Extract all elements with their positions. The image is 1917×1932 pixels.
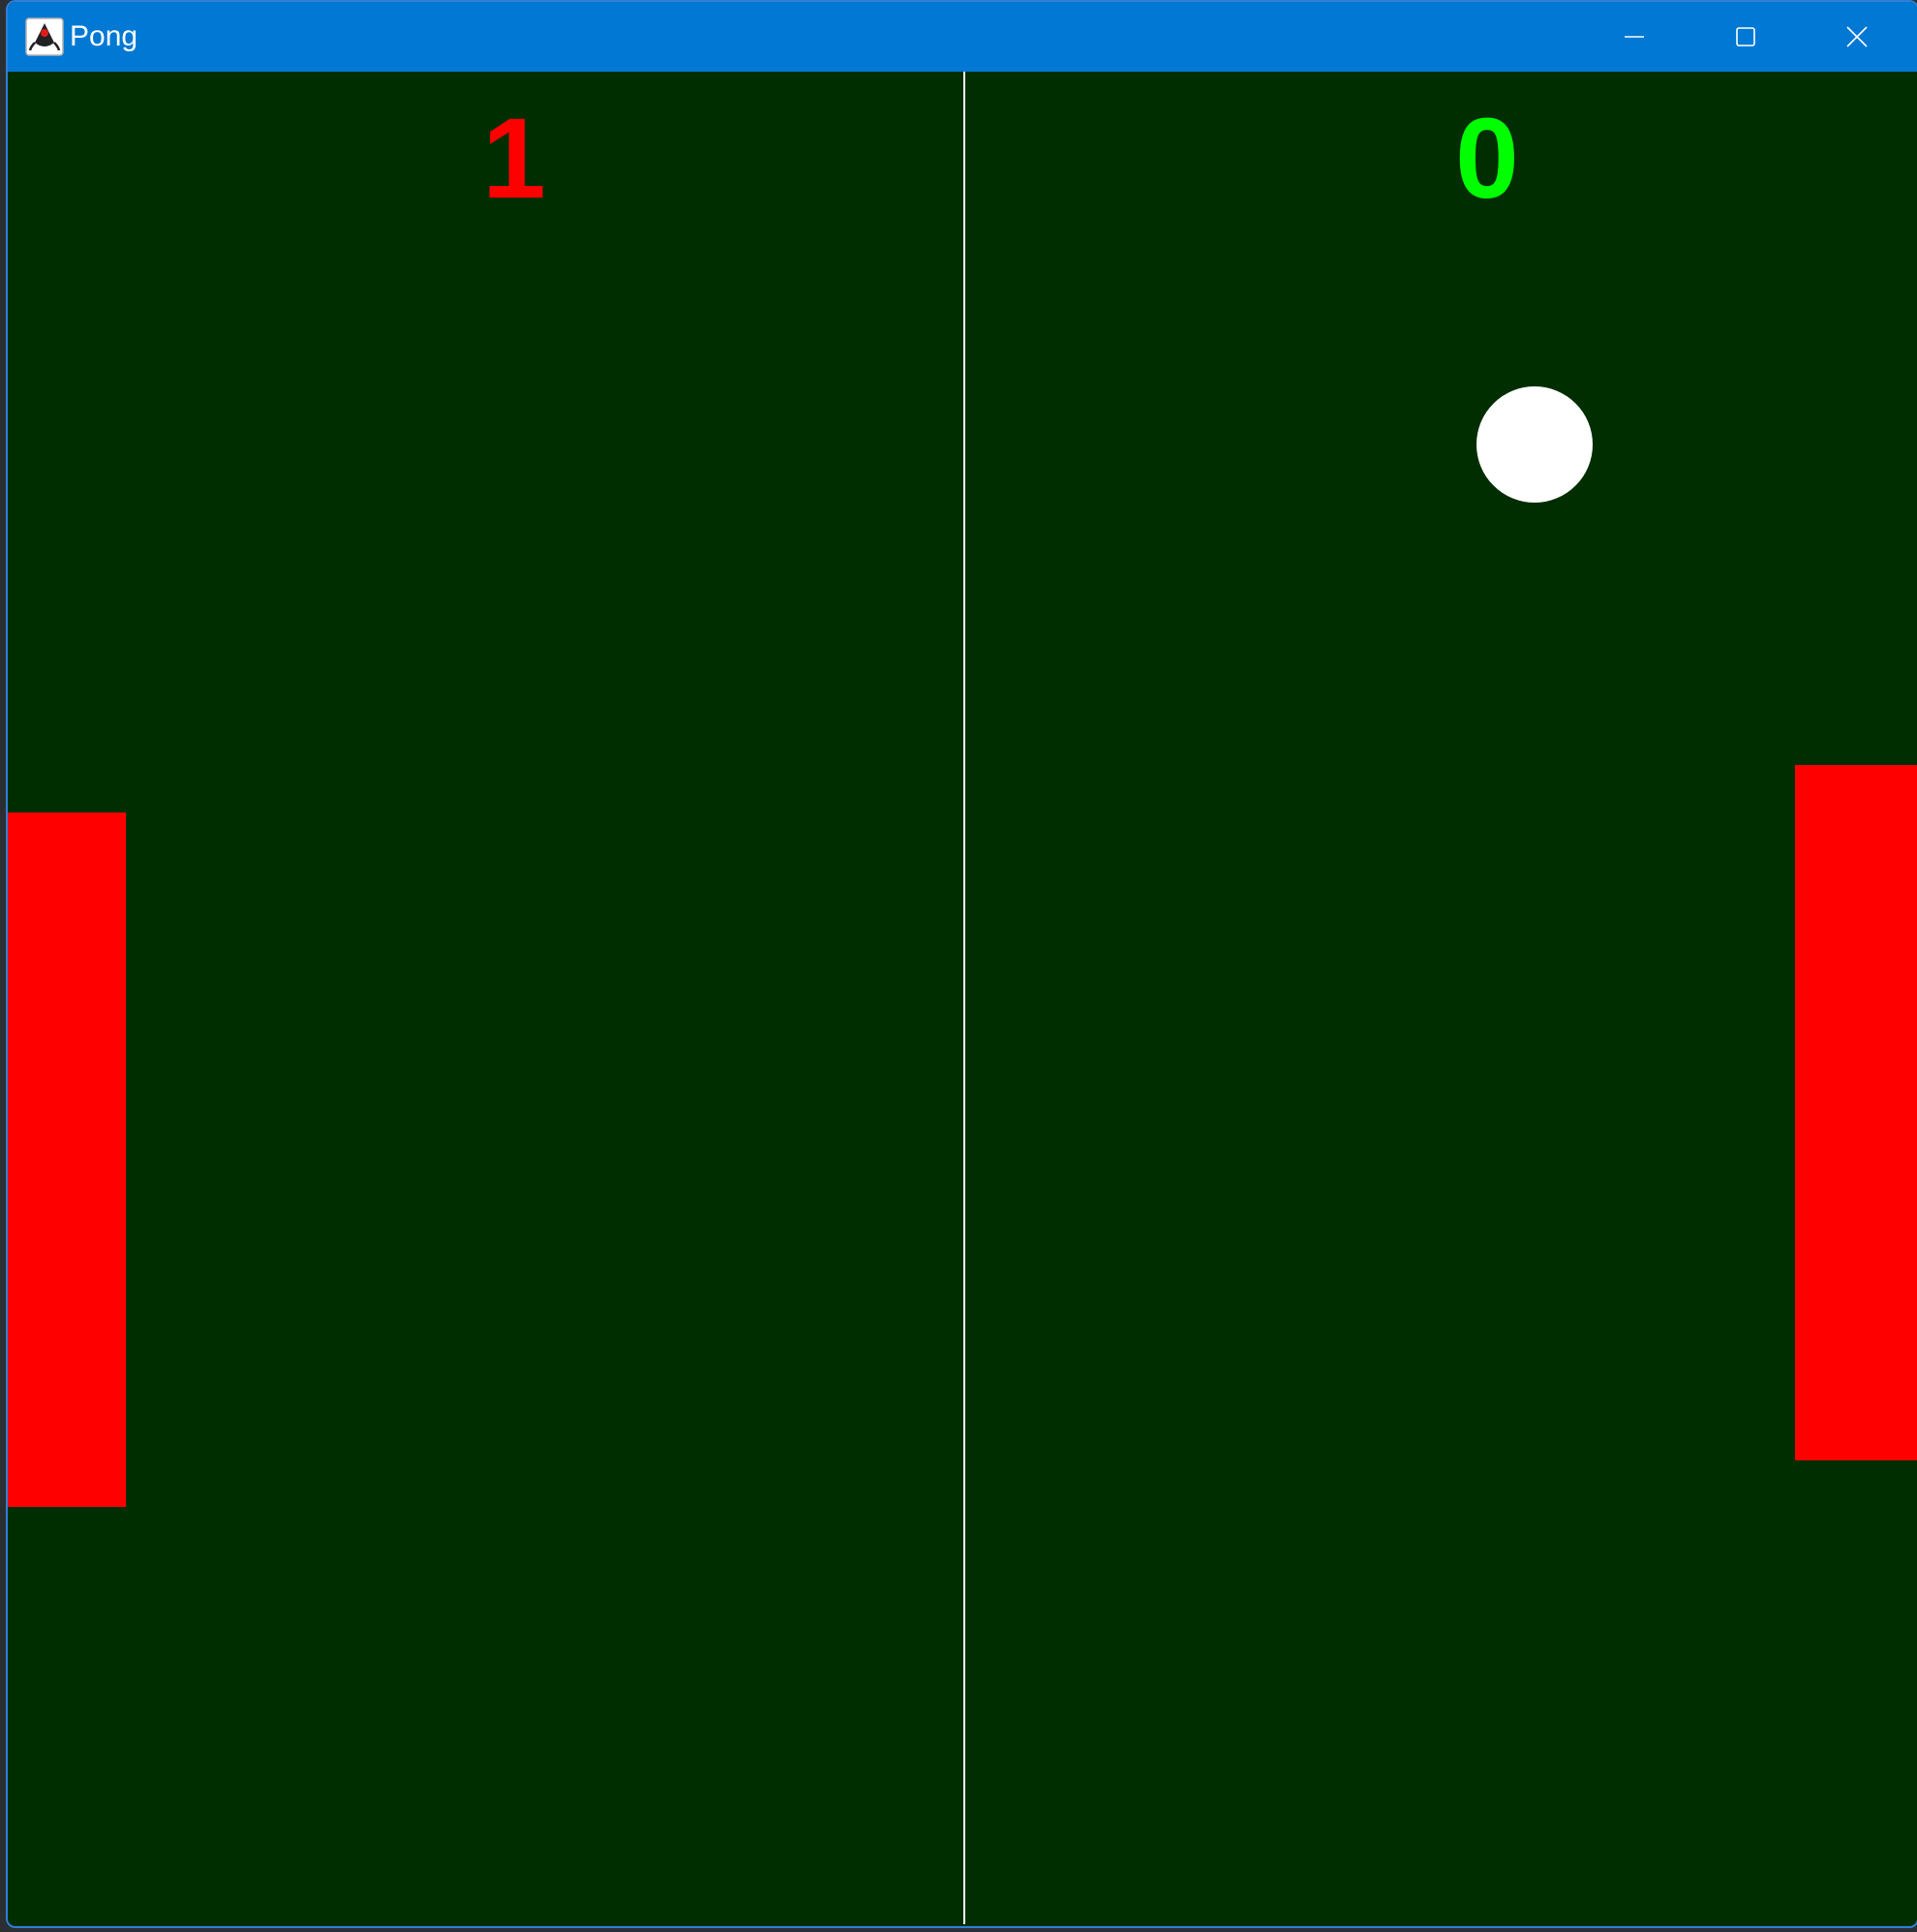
maximize-button[interactable] [1689,2,1801,72]
minimize-icon [1624,36,1644,38]
pong-window: Pong 1 0 [6,0,1917,1928]
title-bar[interactable]: Pong [8,2,1917,72]
java-duke-icon [25,17,64,56]
maximize-icon [1735,27,1755,46]
ball [1476,386,1593,503]
right-paddle [1795,765,1917,1460]
close-button[interactable] [1801,2,1912,72]
score-left: 1 [482,95,546,223]
minimize-button[interactable] [1578,2,1689,72]
score-right: 0 [1455,95,1519,223]
court-canvas [8,72,1917,1924]
game-court[interactable]: 1 0 [8,72,1917,1924]
close-icon [1845,26,1868,47]
window-title: Pong [70,20,138,52]
left-paddle [8,813,126,1507]
